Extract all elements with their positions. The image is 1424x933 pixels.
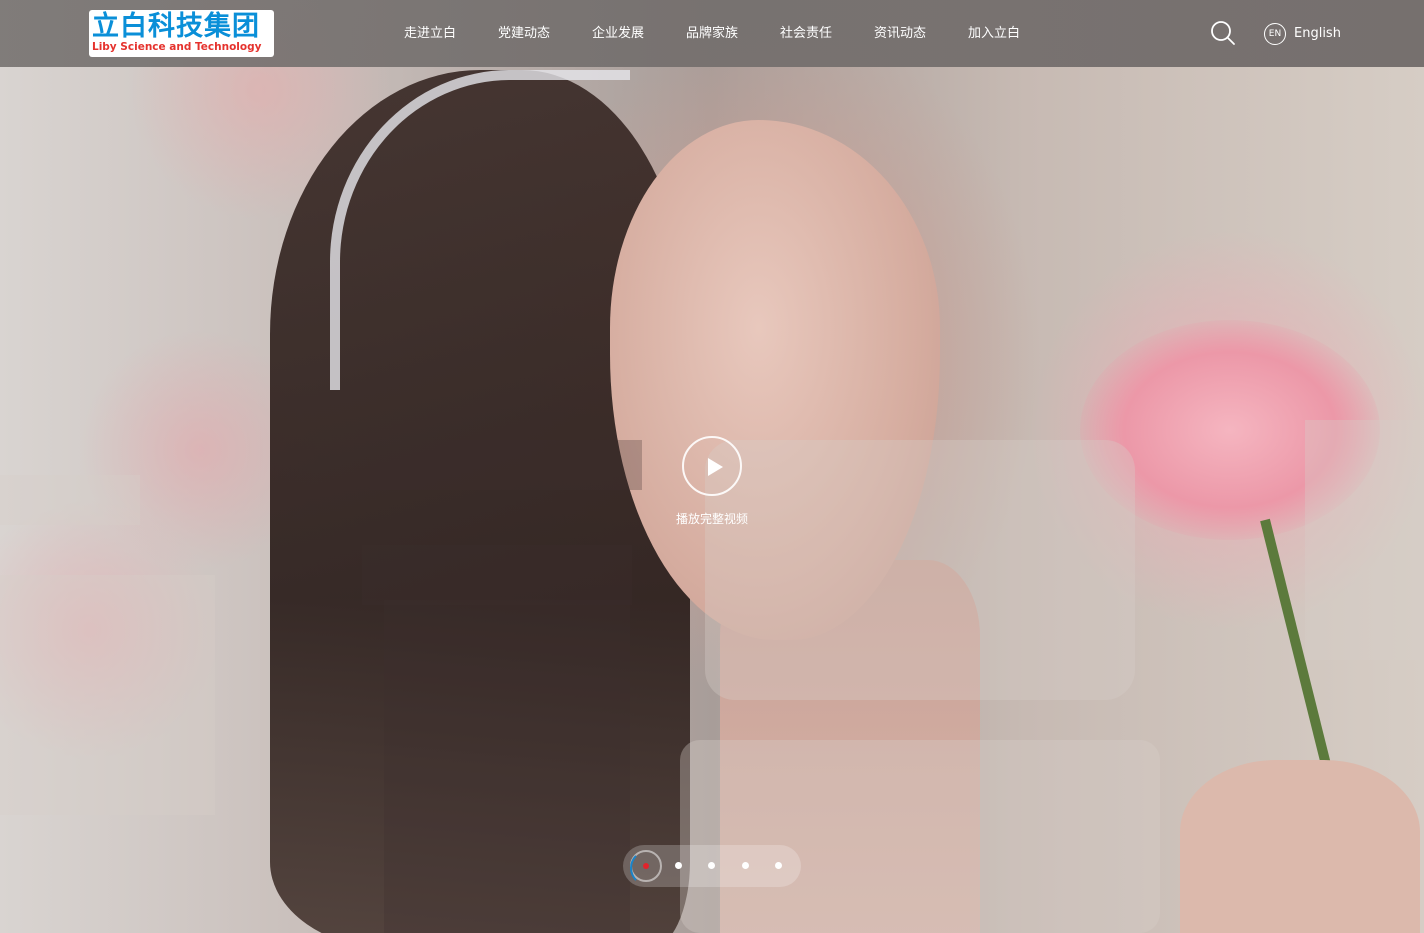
play-video-button[interactable] bbox=[682, 436, 742, 496]
nav-item-social-responsibility[interactable]: 社会责任 bbox=[759, 0, 853, 67]
logo-english-name: Liby Science and Technology bbox=[92, 41, 262, 53]
play-video-label[interactable]: 播放完整视频 bbox=[632, 510, 792, 527]
pager-dot-active[interactable] bbox=[630, 850, 662, 886]
overlay-glyph-stroke bbox=[362, 545, 632, 605]
top-header: 立白科技集团 Liby Science and Technology 走进立白 … bbox=[0, 0, 1424, 67]
search-icon bbox=[1211, 21, 1235, 45]
play-icon bbox=[708, 458, 723, 476]
search-button[interactable] bbox=[1208, 18, 1238, 48]
nav-item-news[interactable]: 资讯动态 bbox=[853, 0, 947, 67]
language-label: English bbox=[1294, 26, 1341, 41]
overlay-glyph-stroke bbox=[370, 440, 642, 490]
overlay-glyph-stroke bbox=[705, 440, 1135, 700]
language-badge: EN bbox=[1264, 22, 1286, 45]
overlay-glyph-stroke bbox=[0, 475, 140, 525]
nav-item-join-us[interactable]: 加入立白 bbox=[947, 0, 1041, 67]
language-switch[interactable]: EN English bbox=[1264, 21, 1341, 46]
overlay-glyph-stroke bbox=[680, 740, 1160, 933]
pager-dot[interactable] bbox=[708, 862, 715, 869]
main-nav: 走进立白 党建动态 企业发展 品牌家族 社会责任 资讯动态 加入立白 bbox=[383, 0, 1041, 67]
logo-chinese-name: 立白科技集团 bbox=[92, 11, 260, 42]
nav-item-about[interactable]: 走进立白 bbox=[383, 0, 477, 67]
overlay-glyph-stroke bbox=[384, 600, 630, 933]
brand-logo[interactable]: 立白科技集团 Liby Science and Technology bbox=[89, 10, 274, 57]
pager-dot[interactable] bbox=[775, 862, 782, 869]
hero-photo-hand bbox=[1180, 760, 1420, 933]
nav-item-brands[interactable]: 品牌家族 bbox=[665, 0, 759, 67]
nav-item-party-building[interactable]: 党建动态 bbox=[477, 0, 571, 67]
pager-dot[interactable] bbox=[675, 862, 682, 869]
overlay-glyph-stroke bbox=[1305, 420, 1424, 660]
carousel-pager bbox=[623, 845, 801, 887]
pager-dot-active-core bbox=[643, 863, 649, 869]
overlay-glyph-stroke bbox=[0, 575, 215, 815]
pager-dot[interactable] bbox=[742, 862, 749, 869]
nav-item-development[interactable]: 企业发展 bbox=[571, 0, 665, 67]
